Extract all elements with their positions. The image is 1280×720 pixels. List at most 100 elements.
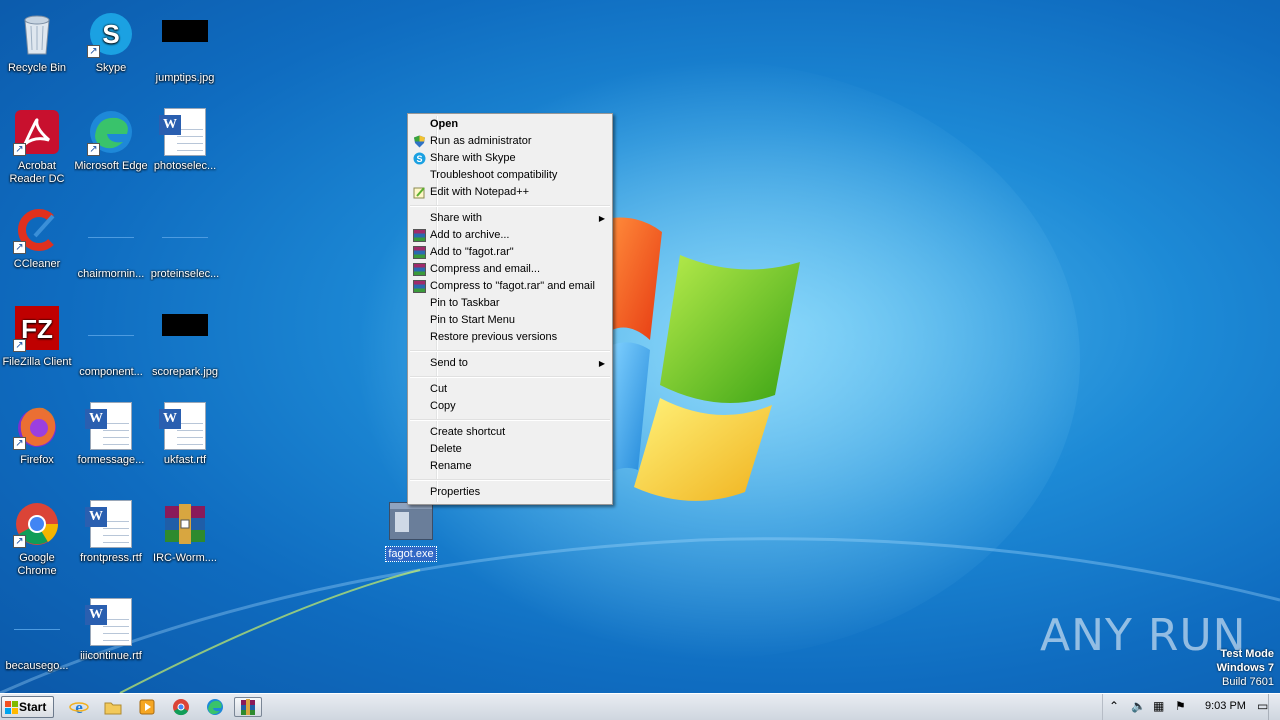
edge-icon: ↗	[87, 108, 135, 156]
menu-item-troubleshoot-compatibility[interactable]: Troubleshoot compatibility	[410, 167, 610, 184]
desktop-icon-ukfast[interactable]: W ukfast.rtf	[148, 396, 222, 486]
menu-item-add-to-archive[interactable]: Add to archive...	[410, 227, 610, 244]
menu-item-create-shortcut[interactable]: Create shortcut	[410, 424, 610, 441]
menu-item-label: Delete	[430, 443, 462, 455]
winrar-icon	[413, 280, 426, 293]
svg-text:e: e	[75, 698, 83, 717]
desktop-icon-fagot-exe[interactable]: fagot.exe	[383, 500, 439, 564]
desktop-icon-recycle-bin[interactable]: Recycle Bin	[0, 4, 74, 94]
os-label: Windows 7	[1216, 662, 1274, 674]
notification-icon[interactable]: ▭	[1257, 699, 1268, 713]
action-center-flag-icon[interactable]: ⚑	[1175, 699, 1186, 713]
winrar-icon[interactable]	[234, 697, 262, 717]
firefox-icon: ↗	[13, 402, 61, 450]
menu-item-run-as-administrator[interactable]: Run as administrator	[410, 133, 610, 150]
menu-separator	[410, 475, 610, 484]
menu-item-add-to-rar[interactable]: Add to "fagot.rar"	[410, 244, 610, 261]
desktop-icon-chrome[interactable]: ↗ Google Chrome	[0, 494, 74, 584]
volume-icon[interactable]: 🔈	[1131, 699, 1146, 713]
chrome-icon[interactable]	[170, 697, 192, 717]
desktop-icon-acrobat[interactable]: ↗ Acrobat Reader DC	[0, 102, 74, 192]
image-thumbnail-icon	[161, 20, 209, 68]
desktop-icon-label: Recycle Bin	[7, 62, 67, 74]
chrome-icon: ↗	[13, 500, 61, 548]
desktop-icon-filezilla[interactable]: FZ ↗ FileZilla Client	[0, 298, 74, 388]
file-thumbnail-icon	[87, 216, 135, 264]
menu-item-share-with-skype[interactable]: S Share with Skype	[410, 150, 610, 167]
submenu-arrow-icon: ▶	[598, 359, 605, 368]
menu-item-open[interactable]: Open	[410, 116, 610, 133]
desktop-icon-label: ukfast.rtf	[163, 454, 207, 466]
desktop-icon-skype[interactable]: S ↗ Skype	[74, 4, 148, 94]
menu-item-restore-previous-versions[interactable]: Restore previous versions	[410, 329, 610, 346]
menu-item-edit-with-notepad-plus-plus[interactable]: Edit with Notepad++	[410, 184, 610, 201]
skype-icon: S ↗	[87, 10, 135, 58]
desktop-icon-label: jumptips.jpg	[155, 72, 215, 84]
file-thumbnail-icon	[161, 216, 209, 264]
menu-item-label: Compress to "fagot.rar" and email	[430, 280, 595, 292]
clock[interactable]: 9:03 PM	[1205, 700, 1246, 712]
show-desktop-button[interactable]	[1268, 694, 1280, 720]
desktop-icon-formessage[interactable]: W formessage...	[74, 396, 148, 486]
menu-item-pin-to-start-menu[interactable]: Pin to Start Menu	[410, 312, 610, 329]
shortcut-arrow-icon: ↗	[13, 143, 26, 156]
desktop-icon-jumptips[interactable]: jumptips.jpg	[148, 4, 222, 94]
menu-item-label: Edit with Notepad++	[430, 186, 530, 198]
word-document-icon: W	[85, 598, 135, 646]
desktop-icon-frontpress[interactable]: W frontpress.rtf	[74, 494, 148, 584]
show-hidden-icons-icon[interactable]: ⌃	[1109, 699, 1119, 713]
shortcut-arrow-icon: ↗	[13, 339, 26, 352]
file-thumbnail-icon	[87, 314, 135, 362]
menu-item-properties[interactable]: Properties	[410, 484, 610, 501]
taskbar: Start e ⌃ 🔈 ▦ ⚑ 9:03 PM ▭	[0, 693, 1280, 720]
desktop-icon-label: iiicontinue.rtf	[80, 650, 142, 662]
menu-separator	[410, 346, 610, 355]
desktop-icon-label: Acrobat Reader DC	[9, 160, 65, 185]
desktop-icon-irc-worm[interactable]: IRC-Worm....	[148, 494, 222, 584]
desktop-icon-label: Firefox	[20, 454, 54, 466]
menu-item-label: Add to archive...	[430, 229, 510, 241]
desktop-icon-label: component...	[79, 366, 143, 378]
desktop-icon-chairmornin[interactable]: chairmornin...	[74, 200, 148, 290]
word-document-icon: W	[85, 500, 135, 548]
word-document-icon: W	[159, 108, 209, 156]
desktop-icon-edge[interactable]: ↗ Microsoft Edge	[74, 102, 148, 192]
desktop-icon-becausego[interactable]: becausego...	[0, 592, 74, 682]
desktop-icon-photoselec[interactable]: W photoselec...	[148, 102, 222, 192]
desktop-icon-iiicontinue[interactable]: W iiicontinue.rtf	[74, 592, 148, 682]
desktop-icon-component[interactable]: component...	[74, 298, 148, 388]
menu-item-label: Share with Skype	[430, 152, 516, 164]
submenu-arrow-icon: ▶	[598, 214, 605, 223]
internet-explorer-icon[interactable]: e	[68, 697, 90, 717]
network-icon[interactable]: ▦	[1153, 699, 1164, 713]
winrar-icon	[413, 246, 426, 259]
menu-item-label: Send to	[430, 357, 468, 369]
menu-item-delete[interactable]: Delete	[410, 441, 610, 458]
media-player-icon[interactable]	[136, 697, 158, 717]
menu-separator	[410, 415, 610, 424]
desktop-icon-proteinselec[interactable]: proteinselec...	[148, 200, 222, 290]
shortcut-arrow-icon: ↗	[13, 241, 26, 254]
test-mode-watermark: Test Mode Windows 7 Build 7601	[1217, 647, 1274, 689]
desktop-icon-label: Skype	[95, 62, 127, 74]
test-mode-label: Test Mode	[1220, 648, 1274, 660]
context-menu: Open Run as administrator S Share with S…	[407, 113, 613, 505]
desktop-icon-firefox[interactable]: ↗ Firefox	[0, 396, 74, 486]
desktop-icon-label: Google Chrome	[17, 552, 57, 577]
edge-icon[interactable]	[204, 697, 226, 717]
ccleaner-icon: ↗	[13, 206, 61, 254]
desktop-icon-ccleaner[interactable]: ↗ CCleaner	[0, 200, 74, 290]
menu-item-rename[interactable]: Rename	[410, 458, 610, 475]
menu-item-pin-to-taskbar[interactable]: Pin to Taskbar	[410, 295, 610, 312]
winrar-icon	[413, 263, 426, 276]
desktop-icon-scorepark[interactable]: scorepark.jpg	[148, 298, 222, 388]
menu-item-compress-and-email[interactable]: Compress and email...	[410, 261, 610, 278]
menu-item-copy[interactable]: Copy	[410, 398, 610, 415]
menu-item-cut[interactable]: Cut	[410, 381, 610, 398]
menu-item-compress-to-rar-and-email[interactable]: Compress to "fagot.rar" and email	[410, 278, 610, 295]
start-button[interactable]: Start	[1, 696, 54, 718]
file-explorer-icon[interactable]	[102, 697, 124, 717]
executable-icon	[389, 502, 433, 540]
menu-item-share-with[interactable]: Share with ▶	[410, 210, 610, 227]
menu-item-send-to[interactable]: Send to ▶	[410, 355, 610, 372]
